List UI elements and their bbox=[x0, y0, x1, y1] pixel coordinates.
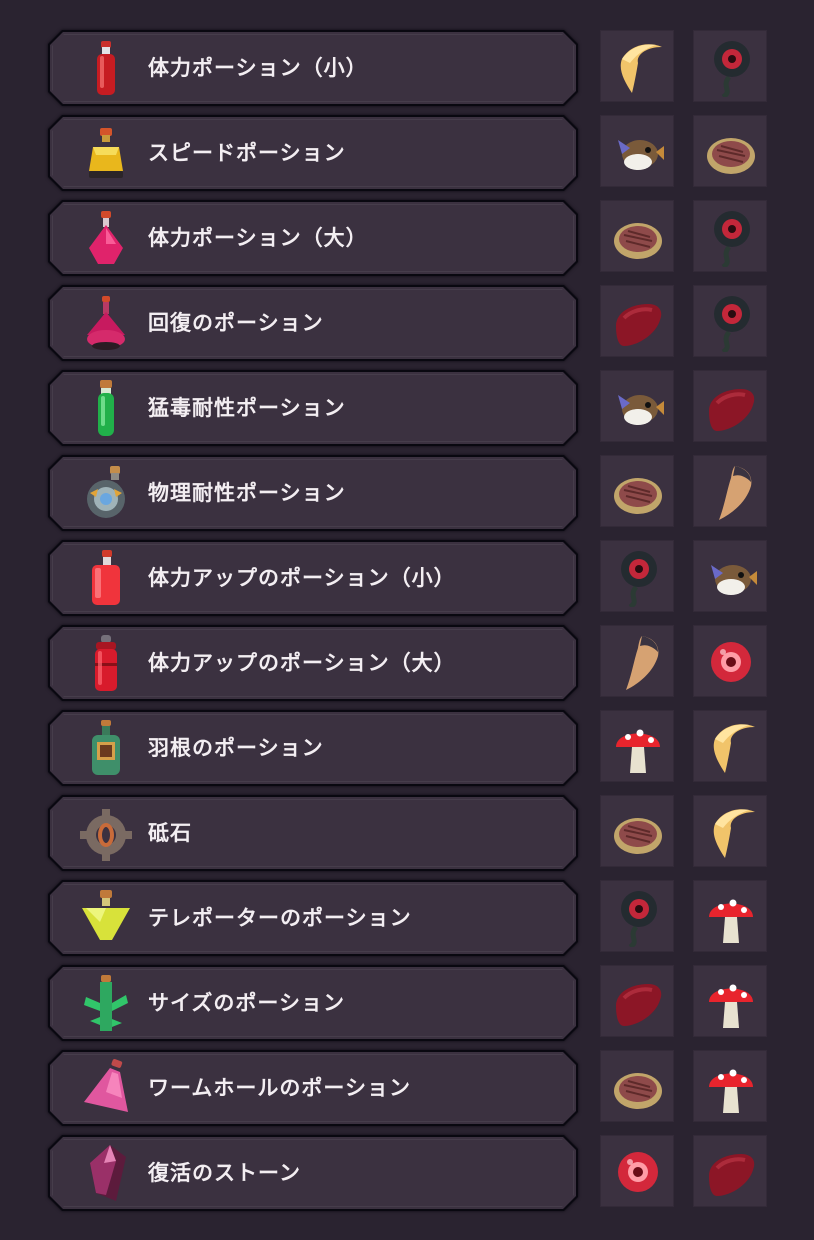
recipe-row[interactable]: スピードポーション bbox=[0, 85, 814, 170]
recipe-row[interactable]: 体力アップのポーション（小） bbox=[0, 510, 814, 595]
ingredient-slot[interactable] bbox=[600, 1135, 674, 1207]
recipe-row[interactable]: ワームホールのポーション bbox=[0, 1020, 814, 1105]
purple-crystal-icon bbox=[76, 1143, 136, 1203]
potion-name: 復活のストーン bbox=[148, 1161, 301, 1185]
recipe-row[interactable]: 砥石 bbox=[0, 765, 814, 850]
recipe-row[interactable]: 回復のポーション bbox=[0, 255, 814, 340]
recipe-row[interactable]: 羽根のポーション bbox=[0, 680, 814, 765]
recipe-row[interactable]: 猛毒耐性ポーション bbox=[0, 340, 814, 425]
recipe-row[interactable]: 体力ポーション（大） bbox=[0, 170, 814, 255]
recipe-row[interactable]: 復活のストーン bbox=[0, 1105, 814, 1190]
recipe-row[interactable]: 体力アップのポーション（大） bbox=[0, 595, 814, 680]
potion-label-panel[interactable]: 復活のストーン bbox=[48, 1135, 578, 1211]
recipe-row[interactable]: 物理耐性ポーション bbox=[0, 425, 814, 510]
recipe-row[interactable]: サイズのポーション bbox=[0, 935, 814, 1020]
recipe-list: 体力ポーション（小） スピードポーション 体力ポーション（大） 回復のポーション 猛毒耐… bbox=[0, 0, 814, 1240]
ingredient-slot[interactable] bbox=[693, 1135, 767, 1207]
recipe-row[interactable]: 体力ポーション（小） bbox=[0, 0, 814, 85]
recipe-row[interactable]: テレポーターのポーション bbox=[0, 850, 814, 935]
